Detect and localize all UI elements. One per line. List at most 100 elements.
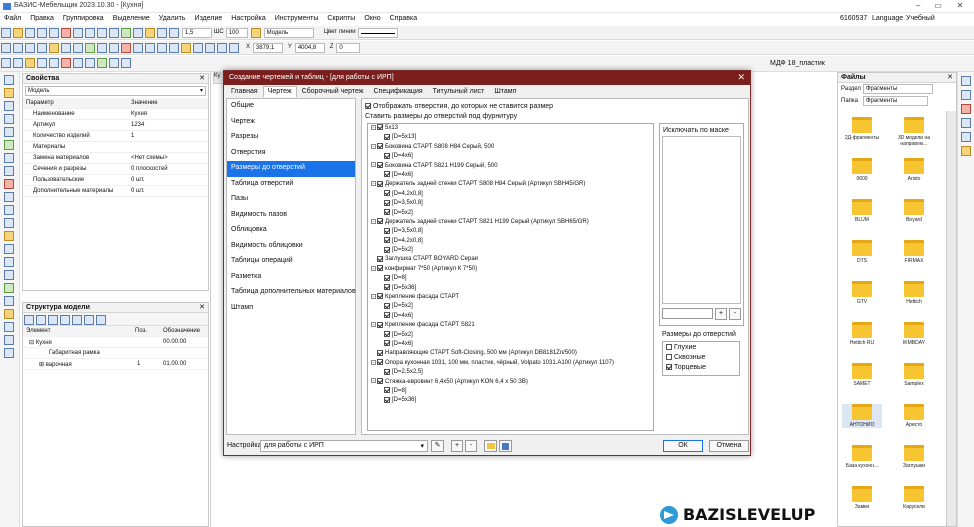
tree-row[interactable]: − Опора кухонная 1031, 100 мм, пластик, ч…	[368, 359, 653, 368]
tree-row[interactable]: − Держатель задней стенки СТАРТ S821 H199…	[368, 218, 653, 227]
tree-checkbox[interactable]	[384, 133, 390, 140]
folder-item[interactable]: BLUM	[842, 199, 882, 223]
tree-row[interactable]: [D=5x13]	[368, 133, 653, 142]
property-row[interactable]: Материалы	[23, 142, 208, 153]
through-checkbox[interactable]	[666, 354, 672, 361]
mirror-icon[interactable]	[25, 43, 35, 53]
tree-checkbox[interactable]	[377, 359, 383, 366]
tab-item[interactable]: Спецификация	[369, 86, 428, 97]
tree-row[interactable]: [D=4x6]	[368, 152, 653, 161]
menu-item[interactable]: Настройка	[231, 15, 265, 22]
tree-row[interactable]: [D=8]	[368, 387, 653, 396]
box-icon[interactable]	[37, 58, 47, 68]
section-item[interactable]: Размеры до отверстий	[227, 161, 355, 177]
tree-row[interactable]: [D=8]	[368, 274, 653, 283]
tree-checkbox[interactable]	[377, 180, 383, 187]
circle-icon[interactable]	[109, 28, 119, 38]
folder-item[interactable]: Карусели	[894, 486, 934, 510]
folder-item[interactable]: FIRMAX	[894, 240, 934, 264]
tree-checkbox[interactable]	[377, 218, 383, 225]
tree-row[interactable]: [D=4x6]	[368, 312, 653, 321]
panel-front-icon[interactable]	[25, 58, 35, 68]
tree-row[interactable]: [D=3,5x0,8]	[368, 199, 653, 208]
tree-checkbox[interactable]	[384, 227, 390, 234]
tree-row[interactable]: [D=5x2]	[368, 302, 653, 311]
section-item[interactable]: Разрезы	[227, 130, 355, 146]
section-item[interactable]: Штамп	[227, 301, 355, 317]
tree-checkbox[interactable]	[377, 349, 383, 356]
add-settings-button[interactable]: +	[451, 440, 463, 452]
tree-row[interactable]: − Боковина СТАРТ S821 H199 Серый, 500	[368, 161, 653, 171]
tool-3d-icon[interactable]	[4, 179, 14, 189]
properties-selector[interactable]: Модель ▾	[25, 86, 206, 96]
tool-fit-icon[interactable]	[4, 348, 14, 358]
tree-checkbox[interactable]	[384, 199, 390, 206]
folder-item[interactable]: Aristo	[894, 158, 934, 182]
edit-settings-button[interactable]: ✎	[431, 440, 444, 452]
tree-checkbox[interactable]	[377, 161, 383, 168]
property-row[interactable]: Дополнительные материалы 0 шт.	[23, 186, 208, 197]
tree-checkbox[interactable]	[384, 208, 390, 215]
remove-settings-button[interactable]: -	[465, 440, 477, 452]
folder-item[interactable]: База кухонн...	[842, 445, 882, 469]
tree-checkbox[interactable]	[377, 255, 383, 262]
mode-selector[interactable]: Учебный	[906, 15, 935, 22]
panel-horizontal-icon[interactable]	[1, 58, 11, 68]
materials-icon[interactable]	[961, 104, 971, 114]
y-field[interactable]: 4004,8	[294, 43, 325, 53]
menu-item[interactable]: Удалить	[159, 15, 186, 22]
offset-icon[interactable]	[97, 43, 107, 53]
folder-item[interactable]: GTV	[842, 281, 882, 305]
tool-top-view-icon[interactable]	[4, 231, 14, 241]
property-row[interactable]: Артикул 1234	[23, 120, 208, 131]
lightbulb-icon[interactable]	[250, 28, 261, 38]
menu-item[interactable]: Группировка	[63, 15, 104, 22]
tool-rotate-icon[interactable]	[4, 114, 14, 124]
tree-checkbox[interactable]	[377, 143, 383, 150]
property-row[interactable]: Пользовательские 0 шт.	[23, 175, 208, 186]
groove-icon[interactable]	[121, 58, 131, 68]
section-item[interactable]: Разметка	[227, 270, 355, 286]
zoom-icon[interactable]	[229, 43, 239, 53]
messages-icon[interactable]	[961, 146, 971, 156]
tree-row[interactable]: − Стяжка-евровинт 6,4x50 (Артикул KON 6,4…	[368, 377, 653, 387]
tree-checkbox[interactable]	[377, 265, 383, 272]
menu-item[interactable]: Скрипты	[327, 15, 355, 22]
property-row[interactable]: Наименование Кухня	[23, 109, 208, 120]
tree-checkbox[interactable]	[384, 274, 390, 281]
section-item[interactable]: Таблица отверстий	[227, 177, 355, 193]
layers-icon[interactable]	[205, 43, 215, 53]
redo-icon[interactable]	[49, 28, 59, 38]
panel-vertical-icon[interactable]	[13, 58, 23, 68]
folder-item[interactable]: Hettich	[894, 281, 934, 305]
folder-item[interactable]: Замки	[842, 486, 882, 510]
expand-icon[interactable]: −	[371, 143, 376, 149]
tool-move-icon[interactable]	[4, 127, 14, 137]
tree-checkbox[interactable]	[384, 237, 390, 244]
dim-option-end[interactable]: Торцевые	[663, 364, 739, 374]
tool-edit-icon[interactable]	[4, 283, 14, 293]
maximize-button[interactable]: ▭	[928, 1, 948, 12]
expand-icon[interactable]: −	[371, 359, 376, 365]
tab-item[interactable]: Главная	[226, 86, 263, 97]
grid-icon[interactable]	[145, 43, 155, 53]
panel-icon[interactable]	[49, 43, 59, 53]
properties-close-icon[interactable]: ✕	[199, 74, 205, 82]
drawer-icon[interactable]	[61, 58, 71, 68]
shelf-icon[interactable]	[73, 58, 83, 68]
save-icon[interactable]	[25, 28, 35, 38]
language-menu[interactable]: Language	[872, 15, 903, 22]
section-item[interactable]: Отверстия	[227, 146, 355, 162]
tree-row[interactable]: [D=5x36]	[368, 284, 653, 293]
tree-row[interactable]: Направляющие СТАРТ Soft-Closing, 500 мм …	[368, 349, 653, 358]
blind-checkbox[interactable]	[666, 344, 672, 351]
show-holes-checkbox[interactable]	[365, 103, 371, 110]
menu-item[interactable]: Окно	[364, 15, 380, 22]
section-item[interactable]: Видимость пазов	[227, 208, 355, 224]
tree-row[interactable]: − Крепление фасада СТАРТ S821	[368, 321, 653, 330]
structure-list-icon[interactable]	[84, 315, 94, 325]
snap-icon[interactable]	[133, 43, 143, 53]
menu-item[interactable]: Выделение	[113, 15, 150, 22]
folder-item[interactable]: 2Д-фрагменты	[842, 117, 882, 141]
files-close-icon[interactable]: ✕	[947, 73, 953, 81]
